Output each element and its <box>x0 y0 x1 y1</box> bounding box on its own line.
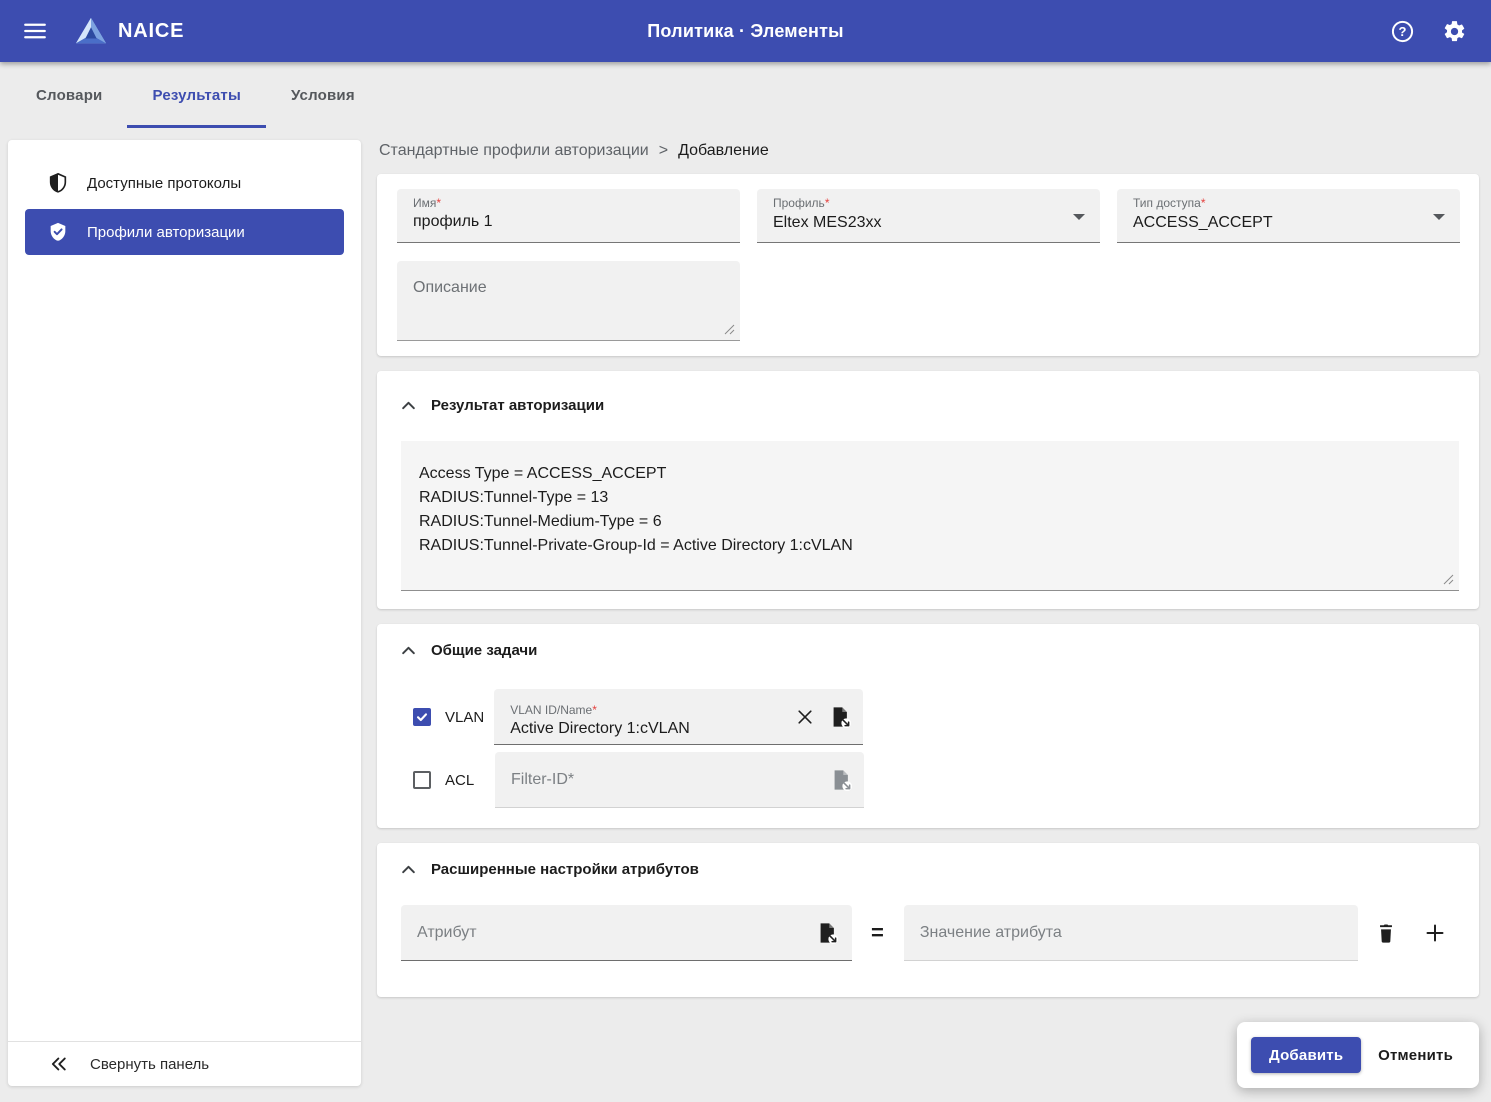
page-title: Политика · Элементы <box>647 20 844 41</box>
access-type-select[interactable]: Тип доступа* ACCESS_ACCEPT <box>1117 189 1460 243</box>
tab-label: Словари <box>36 86 103 104</box>
shield-half-icon <box>49 172 67 193</box>
common-tasks-card: Общие задачи VLAN VLAN ID/Name* Active D… <box>377 624 1479 828</box>
vlan-id-field[interactable]: VLAN ID/Name* <box>494 689 864 745</box>
required-asterisk: * <box>824 196 830 210</box>
breadcrumb-separator: > <box>658 142 669 159</box>
submit-button[interactable]: Добавить <box>1251 1037 1362 1073</box>
acl-task-row: ACL <box>413 752 1459 808</box>
sidebar-item-authorization-profiles[interactable]: Профили авторизации <box>25 209 344 255</box>
app-bar: NAICE Политика · Элементы ? <box>0 0 1491 62</box>
app-logo[interactable]: NAICE <box>74 16 184 46</box>
svg-text:?: ? <box>1399 24 1407 39</box>
breadcrumb-current: Добавление <box>678 142 769 159</box>
acl-checkbox-label: ACL <box>445 771 475 789</box>
tab-bar: Словари Результаты Условия <box>0 62 1491 128</box>
tab-dictionaries[interactable]: Словари <box>11 62 127 128</box>
authorization-result-field: Access Type = ACCESS_ACCEPT RADIUS:Tunne… <box>401 441 1459 591</box>
double-chevron-left-icon <box>51 1057 66 1071</box>
clear-vlan-icon[interactable] <box>795 707 815 727</box>
main-content: Стандартные профили авторизации > Добавл… <box>377 140 1479 1012</box>
authorization-result-card: Результат авторизации Access Type = ACCE… <box>377 371 1479 609</box>
required-asterisk: * <box>436 196 442 210</box>
attribute-input[interactable] <box>417 923 816 942</box>
name-field-label: Имя* <box>413 196 442 210</box>
profile-form-card: Имя* Профиль* Eltex MES23xx Тип доступа*… <box>377 174 1479 356</box>
settings-gear-icon[interactable] <box>1442 19 1467 44</box>
profile-select-label: Профиль* <box>773 196 830 210</box>
access-type-select-label: Тип доступа* <box>1133 196 1206 210</box>
attribute-field[interactable] <box>401 905 852 961</box>
name-input[interactable] <box>413 213 724 231</box>
help-icon[interactable]: ? <box>1390 19 1415 44</box>
profile-select[interactable]: Профиль* Eltex MES23xx <box>757 189 1100 243</box>
sidebar-item-label: Профили авторизации <box>87 223 245 241</box>
delete-attribute-icon[interactable] <box>1375 922 1397 944</box>
chevron-up-icon[interactable] <box>401 398 416 413</box>
section-title-authorization-result: Результат авторизации <box>431 397 605 414</box>
attribute-value-field[interactable] <box>903 905 1358 961</box>
tab-results[interactable]: Результаты <box>127 62 265 128</box>
description-field <box>397 261 740 341</box>
dropdown-arrow-icon <box>1433 214 1445 220</box>
section-title-advanced-attributes: Расширенные настройки атрибутов <box>431 861 699 878</box>
shield-check-icon <box>50 222 66 241</box>
vlan-dictionary-picker-icon[interactable] <box>829 706 852 728</box>
brand-name: NAICE <box>118 19 185 42</box>
required-asterisk: * <box>592 703 597 717</box>
form-actions-card: Добавить Отменить <box>1237 1022 1479 1088</box>
vlan-checkbox[interactable] <box>413 708 431 726</box>
acl-checkbox[interactable] <box>413 771 431 789</box>
breadcrumb-parent[interactable]: Стандартные профили авторизации <box>379 142 649 160</box>
triangle-logo-icon <box>76 17 106 44</box>
vlan-id-field-label: VLAN ID/Name* <box>510 703 597 717</box>
description-textarea[interactable] <box>397 261 740 341</box>
collapse-panel-label: Свернуть панель <box>90 1055 210 1073</box>
sidebar-item-label: Доступные протоколы <box>87 174 242 192</box>
filter-id-input[interactable] <box>511 770 830 789</box>
attribute-row: = <box>401 905 1459 961</box>
acl-dictionary-picker-icon[interactable] <box>830 769 852 791</box>
authorization-result-textarea[interactable]: Access Type = ACCESS_ACCEPT RADIUS:Tunne… <box>401 441 1459 591</box>
chevron-up-icon[interactable] <box>401 643 416 658</box>
add-attribute-icon[interactable] <box>1424 922 1446 944</box>
filter-id-field[interactable] <box>495 752 864 808</box>
cancel-button[interactable]: Отменить <box>1372 1046 1459 1065</box>
name-field[interactable]: Имя* <box>397 189 740 243</box>
access-type-select-value: ACCESS_ACCEPT <box>1133 214 1273 231</box>
hamburger-menu-icon[interactable] <box>22 18 48 44</box>
vlan-id-input[interactable] <box>510 720 796 738</box>
dropdown-arrow-icon <box>1073 214 1085 220</box>
tab-conditions[interactable]: Условия <box>266 62 380 128</box>
required-asterisk: * <box>1200 196 1206 210</box>
section-title-common-tasks: Общие задачи <box>431 642 538 659</box>
sidebar: Доступные протоколы Профили авторизации … <box>8 140 361 1086</box>
sidebar-item-available-protocols[interactable]: Доступные протоколы <box>25 160 344 206</box>
vlan-task-row: VLAN VLAN ID/Name* <box>413 689 1459 745</box>
equals-sign: = <box>871 920 884 945</box>
tab-label: Условия <box>290 86 355 104</box>
tab-label: Результаты <box>152 86 241 104</box>
checkmark-icon <box>416 713 428 722</box>
attribute-dictionary-picker-icon[interactable] <box>816 922 838 944</box>
collapse-panel-button[interactable]: Свернуть панель <box>8 1041 361 1086</box>
profile-select-value: Eltex MES23xx <box>773 214 882 231</box>
breadcrumb: Стандартные профили авторизации > Добавл… <box>379 142 1479 160</box>
attribute-value-input[interactable] <box>919 923 1344 942</box>
advanced-attributes-card: Расширенные настройки атрибутов = <box>377 843 1479 997</box>
vlan-checkbox-label: VLAN <box>445 708 485 726</box>
chevron-up-icon[interactable] <box>401 862 416 877</box>
